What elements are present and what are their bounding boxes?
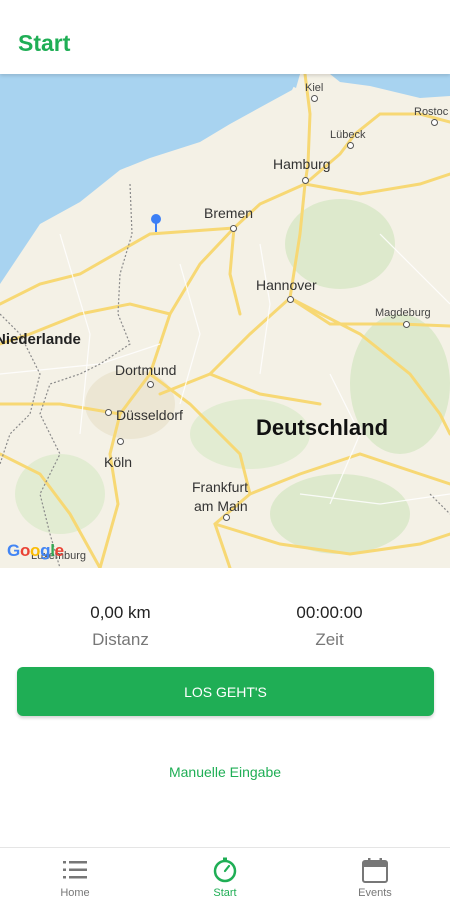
map-dot-frankfurt bbox=[223, 514, 230, 521]
distance-value: 0,00 km bbox=[90, 603, 151, 622]
map-label-hamburg: Hamburg bbox=[273, 156, 331, 172]
map-label-dortmund: Dortmund bbox=[115, 362, 177, 378]
map-dot-hamburg bbox=[302, 177, 309, 184]
map-dot-hannover bbox=[287, 296, 294, 303]
map-label-duesseldorf: Düsseldorf bbox=[116, 407, 183, 423]
time-stat: 00:00:00 Zeit bbox=[217, 603, 442, 650]
map-dot-kiel bbox=[311, 95, 318, 102]
time-value: 00:00:00 bbox=[296, 603, 363, 622]
stopwatch-icon bbox=[213, 857, 237, 883]
map-dot-koeln bbox=[117, 438, 124, 445]
map-label-luebeck: Lübeck bbox=[330, 129, 366, 141]
tab-home[interactable]: Home bbox=[0, 848, 150, 900]
start-button[interactable]: LOS GEHT'S bbox=[17, 667, 434, 716]
map-label-frankfurt: Frankfurt bbox=[192, 479, 249, 495]
map-dot-magdeburg bbox=[403, 321, 410, 328]
map-dot-bremen bbox=[230, 225, 237, 232]
time-label: Zeit bbox=[315, 630, 344, 649]
location-pin-icon[interactable] bbox=[151, 214, 161, 232]
tab-start-label: Start bbox=[213, 887, 237, 899]
map-label-hannover: Hannover bbox=[256, 277, 317, 293]
map-label-magdeburg: Magdeburg bbox=[375, 307, 431, 319]
map-dot-duesseldorf bbox=[105, 409, 112, 416]
bottom-tab-bar: Home Start Events bbox=[0, 847, 450, 900]
map-label-deutschland: Deutschland bbox=[256, 415, 389, 440]
map-label-niederlande: Niederlande bbox=[0, 331, 81, 348]
tab-events-label: Events bbox=[358, 887, 392, 899]
calendar-icon bbox=[362, 858, 388, 883]
map-label-bremen: Bremen bbox=[204, 205, 254, 221]
map-dot-luebeck bbox=[347, 142, 354, 149]
map-label-koeln: Köln bbox=[104, 454, 133, 470]
map-dot-dortmund bbox=[147, 381, 154, 388]
map-dot-rostock bbox=[431, 119, 438, 126]
map-label-kiel: Kiel bbox=[305, 82, 324, 94]
distance-stat: 0,00 km Distanz bbox=[8, 603, 233, 650]
page-title: Start bbox=[18, 30, 71, 56]
list-icon bbox=[63, 861, 87, 879]
tab-start[interactable]: Start bbox=[150, 848, 300, 900]
map-view[interactable]: Kiel Rostoc Lübeck Hamburg Bremen Hannov… bbox=[0, 74, 450, 568]
map-label-frankfurt-sub: am Main bbox=[194, 498, 248, 514]
google-logo: Google bbox=[7, 541, 64, 560]
app-header: Start bbox=[0, 0, 450, 74]
tab-events[interactable]: Events bbox=[300, 848, 450, 900]
distance-label: Distanz bbox=[92, 630, 149, 649]
map-label-rostock: Rostoc bbox=[414, 106, 449, 118]
tab-home-label: Home bbox=[60, 887, 90, 899]
manual-entry-link[interactable]: Manuelle Eingabe bbox=[0, 764, 450, 780]
